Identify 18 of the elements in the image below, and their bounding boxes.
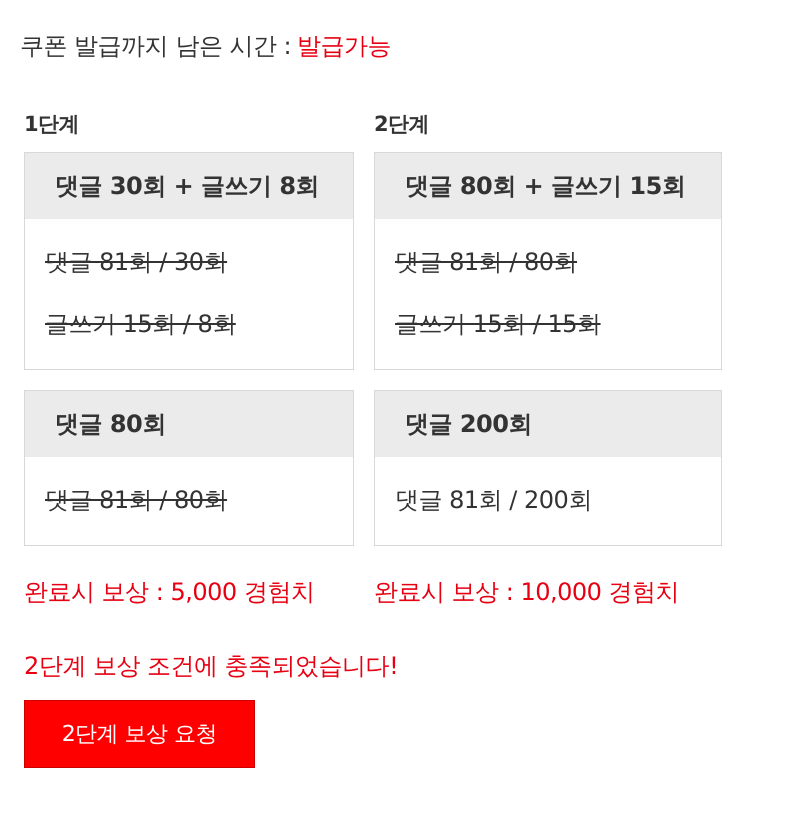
mission-progress: 댓글 81회 / 80회 xyxy=(395,247,578,278)
mission-title: 댓글 200회 xyxy=(375,391,721,457)
mission-progress: 댓글 81회 / 80회 xyxy=(45,485,228,516)
mission-title: 댓글 80회 + 글쓰기 15회 xyxy=(375,153,721,219)
status-message: 2단계 보상 조건에 충족되었습니다! xyxy=(24,651,400,682)
mission-progress: 댓글 81회 / 200회 xyxy=(395,485,593,516)
stage-label: 2단계 xyxy=(374,111,430,138)
mission-progress: 댓글 81회 / 30회 xyxy=(45,247,228,278)
reward-request-button[interactable]: 2단계 보상 요청 xyxy=(24,700,255,768)
reward-text: 완료시 보상 : 10,000 경험치 xyxy=(374,577,680,608)
mission-progress: 글쓰기 15회 / 8회 xyxy=(45,309,237,340)
stage-label: 1단계 xyxy=(24,111,80,138)
mission-title: 댓글 30회 + 글쓰기 8회 xyxy=(25,153,353,219)
reward-text: 완료시 보상 : 5,000 경험치 xyxy=(24,577,316,608)
mission-progress: 글쓰기 15회 / 15회 xyxy=(395,309,602,340)
mission-title: 댓글 80회 xyxy=(25,391,353,457)
countdown-value: 발급가능 xyxy=(297,31,392,62)
countdown-label: 쿠폰 발급까지 남은 시간 : xyxy=(20,31,292,62)
